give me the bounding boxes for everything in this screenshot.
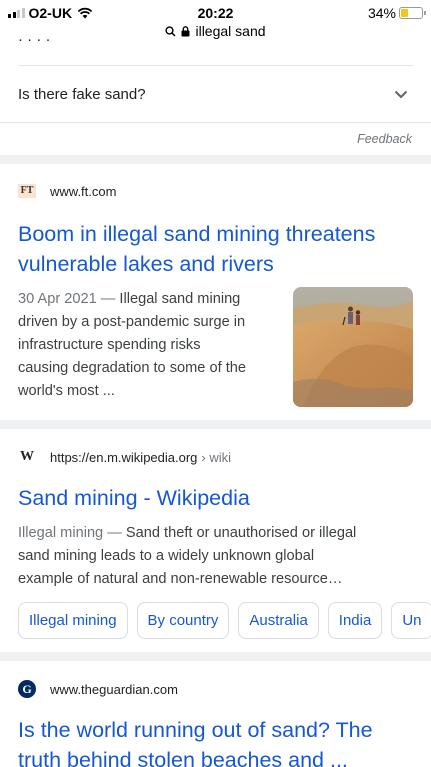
result-snippet: Illegal mining — Sand theft or unauthori… [18, 522, 413, 591]
guardian-favicon-icon: G [18, 680, 36, 698]
result-source[interactable]: FT www.ft.com [18, 182, 116, 200]
battery-percent: 34% [367, 5, 396, 21]
result-url: www.ft.com [50, 183, 117, 199]
status-right: 34% [367, 5, 426, 21]
result-date: 30 Apr 2021 [18, 291, 97, 307]
result-url: https://en.m.wikipedia.org [50, 449, 198, 465]
chip-australia[interactable]: Australia [238, 602, 319, 639]
faq-item[interactable]: Is there fake sand? [18, 66, 413, 122]
result-source[interactable]: W https://en.m.wikipedia.org › wiki [18, 448, 231, 466]
chevron-down-icon[interactable] [389, 82, 413, 106]
snippet-line: world's most ... [18, 383, 115, 399]
section-separator [0, 155, 431, 164]
snippet-line: Illegal sand mining [119, 291, 241, 307]
chip-by-country[interactable]: By country [136, 602, 230, 639]
result-title-line[interactable]: vulnerable lakes and rivers [18, 249, 413, 279]
result-section: Illegal mining [18, 525, 104, 541]
result-title-line[interactable]: truth behind stolen beaches and ... [18, 745, 413, 767]
wikipedia-favicon-icon: W [20, 449, 34, 464]
result-source[interactable]: G www.theguardian.com [18, 680, 178, 698]
feedback-link[interactable]: Feedback [357, 132, 412, 146]
snippet-line: sand mining leads to a widely unknown gl… [18, 548, 315, 564]
address-bar[interactable]: illegal sand [0, 23, 431, 39]
chip-illegal-mining[interactable]: Illegal mining [18, 602, 128, 639]
snippet-line: example of natural and non-renewable res… [18, 571, 343, 587]
search-icon [165, 25, 176, 37]
url-text: illegal sand [195, 23, 266, 39]
divider [0, 122, 431, 123]
chip-more[interactable]: Un [391, 602, 431, 639]
clock: 20:22 [197, 5, 234, 21]
ft-favicon-icon: FT [18, 182, 36, 200]
result-breadcrumb: › wiki [201, 449, 232, 465]
result-title-line[interactable]: Is the world running out of sand? The [18, 715, 413, 745]
result-title-line[interactable]: Sand mining - Wikipedia [18, 483, 413, 513]
result-title[interactable]: Sand mining - Wikipedia [18, 483, 413, 513]
battery-icon [399, 7, 426, 19]
faq-previous-question-cut: · · · · [18, 38, 108, 46]
result-url: www.theguardian.com [50, 681, 178, 697]
faq-question: Is there fake sand? [18, 85, 146, 103]
lock-icon [181, 25, 190, 36]
snippet-line: Sand theft or unauthorised or illegal [125, 525, 357, 541]
chip-india[interactable]: India [327, 602, 383, 639]
section-separator [0, 420, 431, 429]
snippet-line: causing degradation to some of the [18, 360, 246, 376]
result-thumbnail[interactable] [293, 287, 413, 407]
result-title[interactable]: Boom in illegal sand mining threatens vu… [18, 219, 413, 279]
snippet-line: infrastructure spending risks [18, 337, 201, 353]
result-title[interactable]: Is the world running out of sand? The tr… [18, 715, 413, 767]
snippet-line: driven by a post-pandemic surge in [18, 314, 246, 330]
result-snippet: 30 Apr 2021 — Illegal sand mining driven… [18, 288, 280, 403]
result-title-line[interactable]: Boom in illegal sand mining threatens [18, 219, 413, 249]
section-separator [0, 652, 431, 661]
chip-row: Illegal mining By country Australia Indi… [18, 602, 431, 639]
